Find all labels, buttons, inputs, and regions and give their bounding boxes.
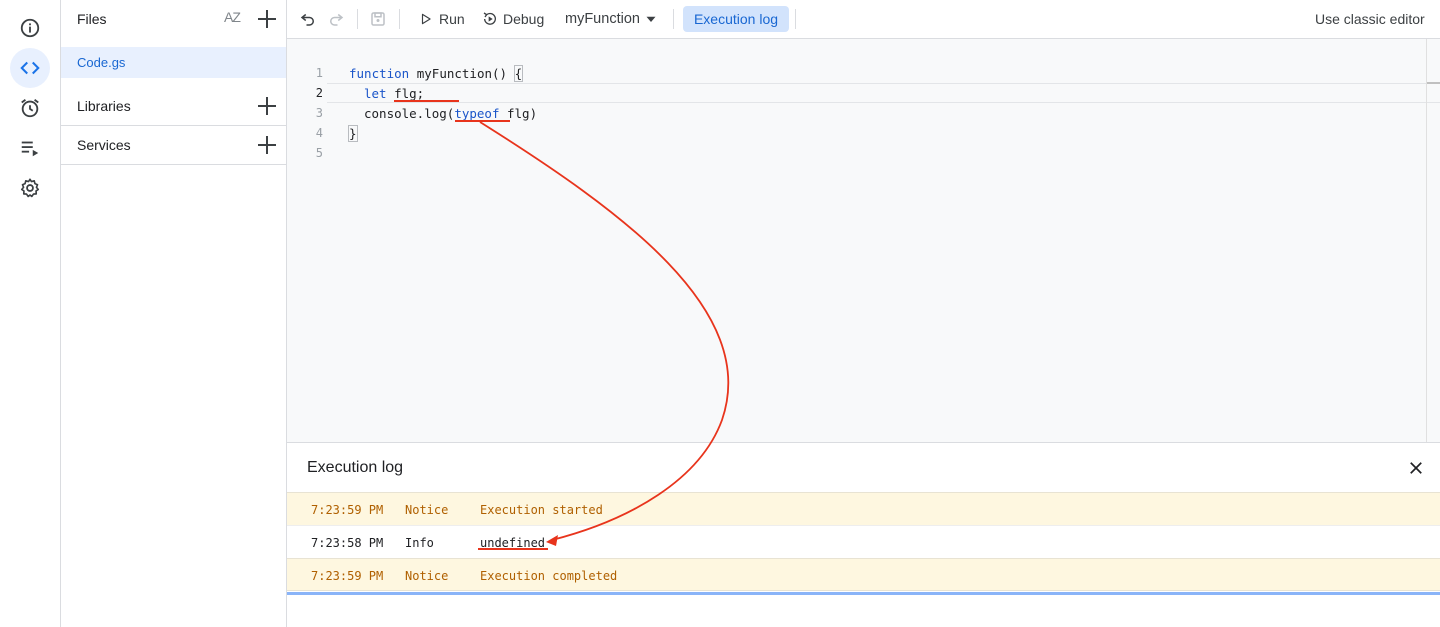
code-keyword: let [364, 86, 387, 101]
libraries-section[interactable]: Libraries [61, 87, 287, 126]
code-line-3: console.log(typeof flg) [364, 106, 537, 121]
log-message: Execution started [480, 503, 603, 517]
code-brace: } [348, 125, 358, 142]
left-rail [0, 0, 61, 627]
log-message: Execution completed [480, 569, 618, 583]
log-time: 7:23:59 PM [311, 569, 384, 583]
log-row: 7:23:59 PM Notice Execution completed [287, 558, 1440, 591]
executions-button[interactable] [10, 128, 50, 168]
log-time: 7:23:58 PM [311, 536, 384, 550]
line-number: 5 [315, 146, 323, 160]
info-icon [20, 18, 40, 38]
line-number: 1 [315, 66, 323, 80]
debug-label: Debug [503, 11, 545, 27]
log-level: Notice [405, 569, 449, 583]
log-time: 7:23:59 PM [311, 503, 384, 517]
code-keyword: function [349, 66, 410, 81]
log-level: Info [405, 536, 434, 550]
code-line-4: } [348, 125, 358, 142]
services-section[interactable]: Services [61, 126, 287, 165]
code-editor[interactable]: 1 2 3 4 5 function myFunction() { let fl… [287, 39, 1440, 442]
code-text: flg) [499, 106, 538, 121]
add-library-icon[interactable] [257, 96, 277, 116]
file-item-code-gs[interactable]: Code.gs [61, 47, 286, 78]
add-service-icon[interactable] [257, 135, 277, 155]
files-title: Files [77, 11, 107, 27]
alarm-clock-icon [21, 99, 39, 118]
save-icon [371, 12, 385, 26]
chevron-down-icon [646, 16, 656, 22]
services-label: Services [77, 137, 131, 153]
editor-scrollbar[interactable] [1426, 39, 1427, 442]
run-button[interactable]: Run [419, 0, 465, 38]
code-line-2: let flg; [364, 86, 424, 101]
toolbar: Run Debug myFunction Execution log Use c… [287, 0, 1440, 39]
play-icon [421, 13, 431, 25]
use-classic-editor-link[interactable]: Use classic editor [1315, 0, 1425, 38]
line-number: 4 [315, 126, 323, 140]
file-name: Code.gs [77, 55, 126, 70]
log-level: Notice [405, 503, 449, 517]
code-icon [20, 61, 40, 75]
line-number: 2 [315, 86, 323, 100]
files-panel: Files AZ Code.gs Libraries Services [61, 0, 287, 627]
debug-icon [483, 12, 496, 25]
gear-icon [20, 178, 40, 198]
add-file-icon[interactable] [257, 9, 277, 29]
undo-icon [300, 13, 314, 26]
log-progress-bar [287, 592, 1440, 595]
code-line-1: function myFunction() { [349, 65, 524, 82]
close-icon[interactable] [1407, 459, 1425, 477]
triggers-button[interactable] [10, 88, 50, 128]
function-select-value: myFunction [565, 11, 640, 27]
code-brace: { [513, 65, 524, 82]
undo-button[interactable] [299, 0, 317, 38]
toolbar-divider [795, 9, 796, 29]
code-keyword: typeof [454, 106, 500, 121]
run-label: Run [439, 11, 465, 27]
redo-button[interactable] [327, 0, 345, 38]
executions-icon [21, 141, 39, 157]
files-header: Files AZ [61, 0, 287, 38]
redo-icon [330, 13, 344, 26]
editor-button[interactable] [10, 48, 50, 88]
overview-button[interactable] [10, 8, 50, 48]
code-text: myFunction() [409, 66, 515, 81]
execution-log-button[interactable]: Execution log [683, 6, 789, 32]
toolbar-divider [399, 9, 400, 29]
execution-log-title: Execution log [307, 459, 404, 476]
settings-button[interactable] [10, 168, 50, 208]
log-row: 7:23:58 PM Info undefined [287, 525, 1440, 558]
function-select[interactable]: myFunction [565, 0, 660, 38]
execution-log-panel: Execution log 7:23:59 PM Notice Executio… [287, 442, 1440, 627]
toolbar-divider [673, 9, 674, 29]
log-message: undefined [480, 536, 546, 550]
toolbar-divider [357, 9, 358, 29]
line-number: 3 [315, 106, 323, 120]
scrollbar-cursor-mark [1427, 82, 1440, 84]
code-text: flg; [386, 86, 425, 101]
libraries-label: Libraries [77, 98, 131, 114]
sort-az-icon[interactable]: AZ [224, 9, 241, 25]
log-row: 7:23:59 PM Notice Execution started [287, 492, 1440, 525]
current-line-highlight [327, 83, 1440, 103]
code-text: console.log( [364, 106, 455, 121]
save-button[interactable] [369, 0, 387, 38]
debug-button[interactable]: Debug [482, 0, 544, 38]
